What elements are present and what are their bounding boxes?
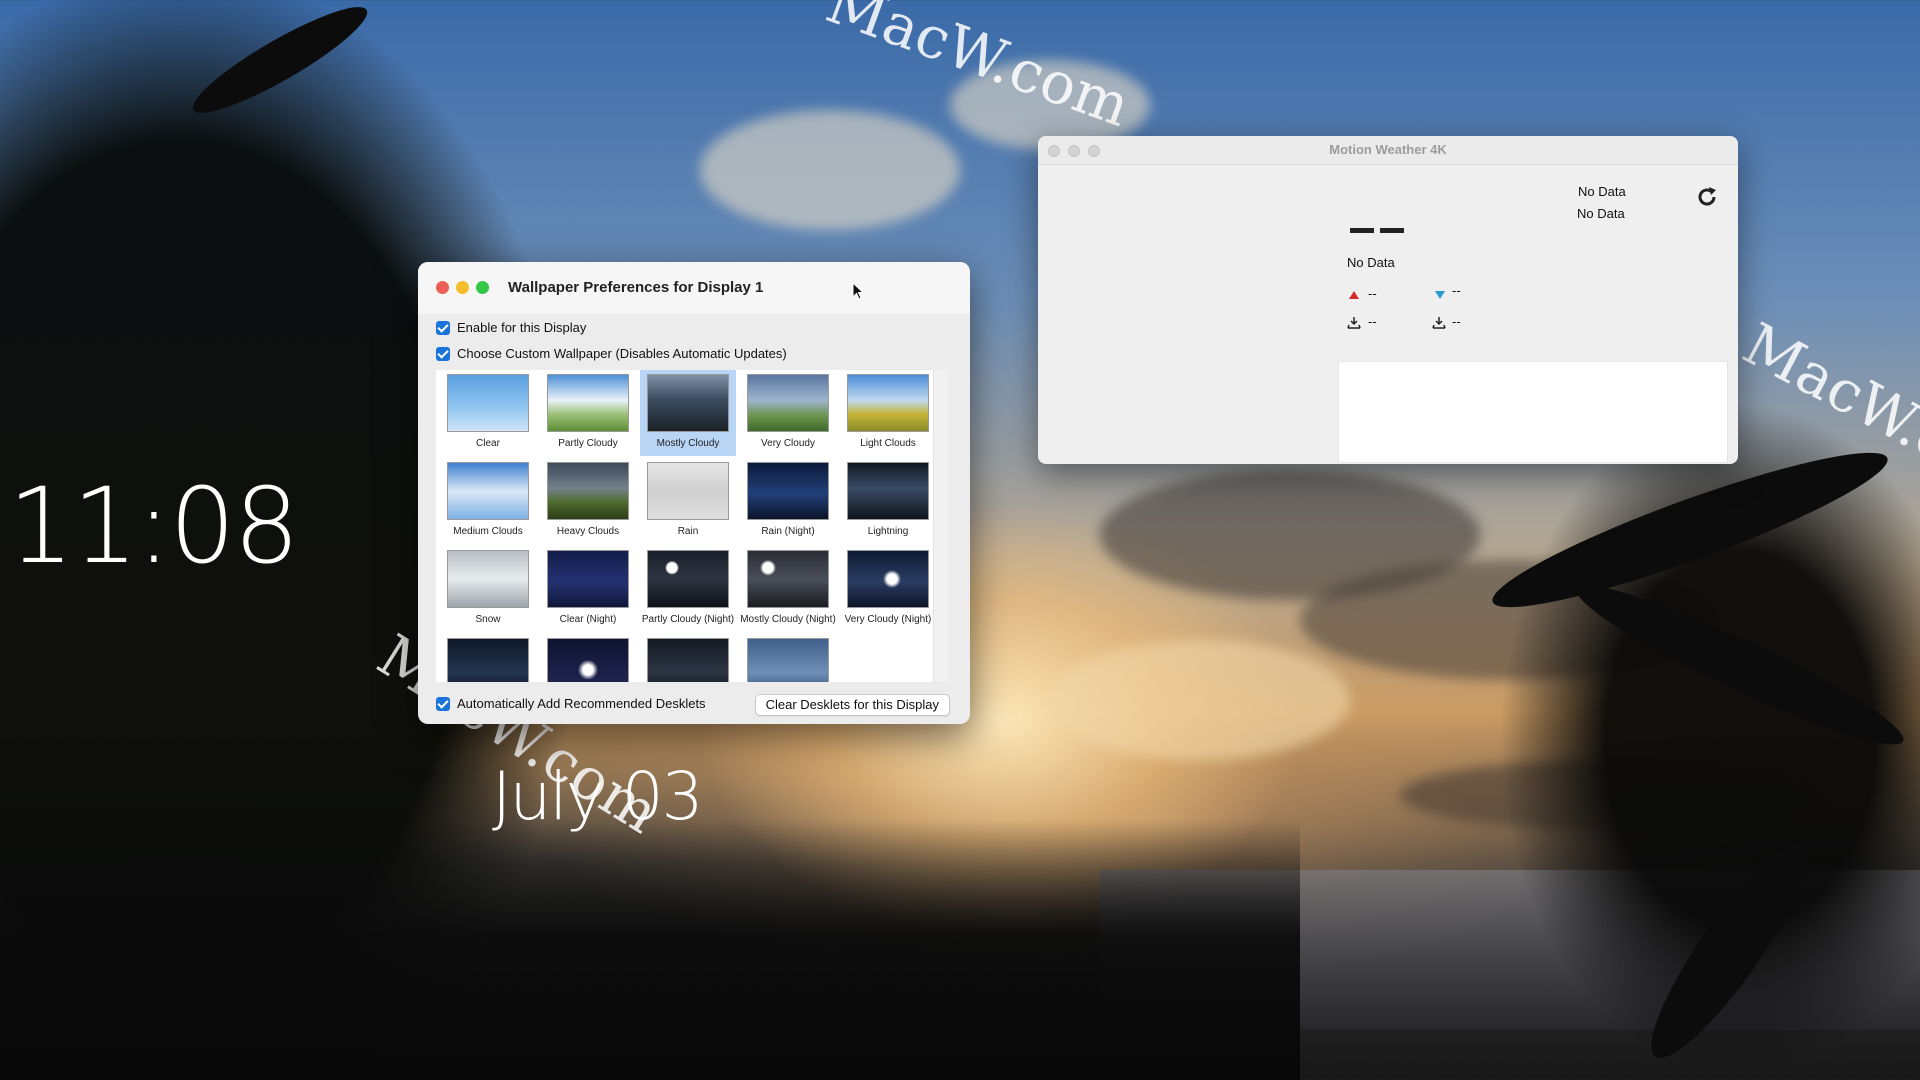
location-line-2: No Data: [1577, 206, 1625, 221]
wallpaper-thumbnail: [647, 638, 729, 682]
wallpaper-thumbnail: [747, 374, 829, 432]
weather-titlebar[interactable]: Motion Weather 4K: [1038, 136, 1738, 165]
wallpaper-thumbnail: [847, 374, 929, 432]
prefs-titlebar[interactable]: Wallpaper Preferences for Display 1: [418, 262, 970, 314]
wallpaper-label: Medium Clouds: [453, 526, 523, 537]
wallpaper-thumbnail: [747, 550, 829, 608]
close-button[interactable]: [436, 281, 449, 294]
wallpaper-label: Rain: [677, 526, 699, 537]
wallpaper-thumbnail: [447, 638, 529, 682]
wallpaper-tile[interactable]: Clear (Night): [540, 546, 636, 632]
wallpaper-label: Mostly Cloudy (Night): [740, 614, 836, 625]
high-temp-icon: [1349, 291, 1359, 299]
high-temp: --: [1368, 286, 1377, 301]
motion-weather-window[interactable]: Motion Weather 4K No Data No Data No Dat…: [1038, 136, 1738, 464]
wallpaper-tile[interactable]: Medium Clouds: [440, 458, 536, 544]
wallpaper-label: Rain (Night): [761, 526, 815, 537]
wallpaper-thumbnail: [747, 638, 829, 682]
wallpaper-tile[interactable]: Rain: [640, 458, 736, 544]
checkbox-checked[interactable]: [436, 346, 450, 361]
wallpaper-tile[interactable]: Very Cloudy (Night): [840, 546, 936, 632]
window-title: Motion Weather 4K: [1329, 142, 1447, 157]
temperature-dash: [1350, 228, 1374, 233]
wallpaper-label: Partly Cloudy: [558, 438, 618, 449]
wallpaper-thumbnail: [547, 550, 629, 608]
clear-desklets-button[interactable]: Clear Desklets for this Display: [754, 694, 950, 716]
precipitation-value: --: [1452, 314, 1461, 329]
wallpaper-thumbnail: [847, 550, 929, 608]
wallpaper-tile[interactable]: [740, 634, 836, 682]
precipitation-icon: [1347, 317, 1361, 329]
wallpaper-tile[interactable]: Mostly Cloudy: [640, 370, 736, 456]
wallpaper-tile[interactable]: [540, 634, 636, 682]
wallpaper-tile[interactable]: Lightning: [840, 458, 936, 544]
custom-wallpaper-checkbox[interactable]: Choose Custom Wallpaper (Disables Automa…: [436, 346, 787, 361]
wallpaper-thumbnail: [647, 374, 729, 432]
wallpaper-label: Light Clouds: [860, 438, 916, 449]
wallpaper-label: Very Cloudy (Night): [844, 614, 932, 625]
precipitation-value: --: [1368, 314, 1377, 329]
wallpaper-tile[interactable]: Rain (Night): [740, 458, 836, 544]
mouse-cursor: [852, 282, 864, 300]
wallpaper-label: Partly Cloudy (Night): [641, 614, 735, 625]
wallpaper-tile[interactable]: Clear: [440, 370, 536, 456]
custom-wallpaper-label: Choose Custom Wallpaper (Disables Automa…: [457, 346, 787, 361]
wallpaper-thumbnail: [647, 462, 729, 520]
enable-label: Enable for this Display: [457, 320, 587, 335]
desktop-clock: 11:08: [8, 465, 300, 587]
wallpaper-label: Snow: [475, 614, 501, 625]
wallpaper-thumbnail: [747, 462, 829, 520]
checkbox-checked[interactable]: [436, 696, 450, 711]
low-temp-icon: [1435, 291, 1445, 299]
wallpaper-tile[interactable]: Partly Cloudy: [540, 370, 636, 456]
grid-scrollbar[interactable]: [933, 370, 948, 682]
wallpaper-tile[interactable]: [640, 634, 736, 682]
wallpaper-tile[interactable]: Partly Cloudy (Night): [640, 546, 736, 632]
temperature-dash: [1380, 228, 1404, 233]
window-title: Wallpaper Preferences for Display 1: [508, 279, 764, 296]
wallpaper-label: Lightning: [867, 526, 909, 537]
forecast-panel: [1338, 361, 1728, 463]
zoom-button[interactable]: [476, 281, 489, 294]
precipitation-icon: [1432, 317, 1446, 329]
wallpaper-tile[interactable]: Very Cloudy: [740, 370, 836, 456]
prefs-bottom-bar: Automatically Add Recommended Desklets C…: [418, 682, 970, 724]
wallpaper-tile[interactable]: Mostly Cloudy (Night): [740, 546, 836, 632]
wallpaper-label: Clear (Night): [559, 614, 617, 625]
wallpaper-tile[interactable]: Light Clouds: [840, 370, 936, 456]
wallpaper-tile[interactable]: Heavy Clouds: [540, 458, 636, 544]
minimize-button[interactable]: [456, 281, 469, 294]
wallpaper-thumbnail: [847, 462, 929, 520]
auto-add-checkbox[interactable]: Automatically Add Recommended Desklets: [436, 696, 706, 711]
wallpaper-thumbnail: [447, 374, 529, 432]
wallpaper-thumbnail: [447, 462, 529, 520]
wallpaper-grid[interactable]: Very Cloudy (Night) Mostly Cloudy (Night)…: [436, 370, 948, 682]
wallpaper-thumbnail: [547, 374, 629, 432]
wallpaper-thumbnail: [547, 462, 629, 520]
auto-add-label: Automatically Add Recommended Desklets: [457, 696, 706, 711]
enable-checkbox[interactable]: Enable for this Display: [436, 320, 586, 335]
condition-text: No Data: [1347, 255, 1395, 270]
checkbox-checked[interactable]: [436, 320, 450, 335]
wallpaper-preferences-window[interactable]: Wallpaper Preferences for Display 1 Enab…: [418, 262, 970, 724]
location-line-1: No Data: [1578, 184, 1626, 199]
wallpaper-thumbnail: [547, 638, 629, 682]
wallpaper-label: Heavy Clouds: [556, 526, 620, 537]
wallpaper-thumbnail: [647, 550, 729, 608]
wallpaper-tile[interactable]: Snow: [440, 546, 536, 632]
refresh-icon[interactable]: [1694, 184, 1720, 210]
wallpaper-tile[interactable]: [440, 634, 536, 682]
low-temp: --: [1452, 283, 1461, 298]
wallpaper-label: Mostly Cloudy: [656, 438, 720, 449]
wallpaper-thumbnail: [447, 550, 529, 608]
wallpaper-label: Clear: [476, 438, 500, 449]
wallpaper-label: Very Cloudy: [761, 438, 815, 449]
